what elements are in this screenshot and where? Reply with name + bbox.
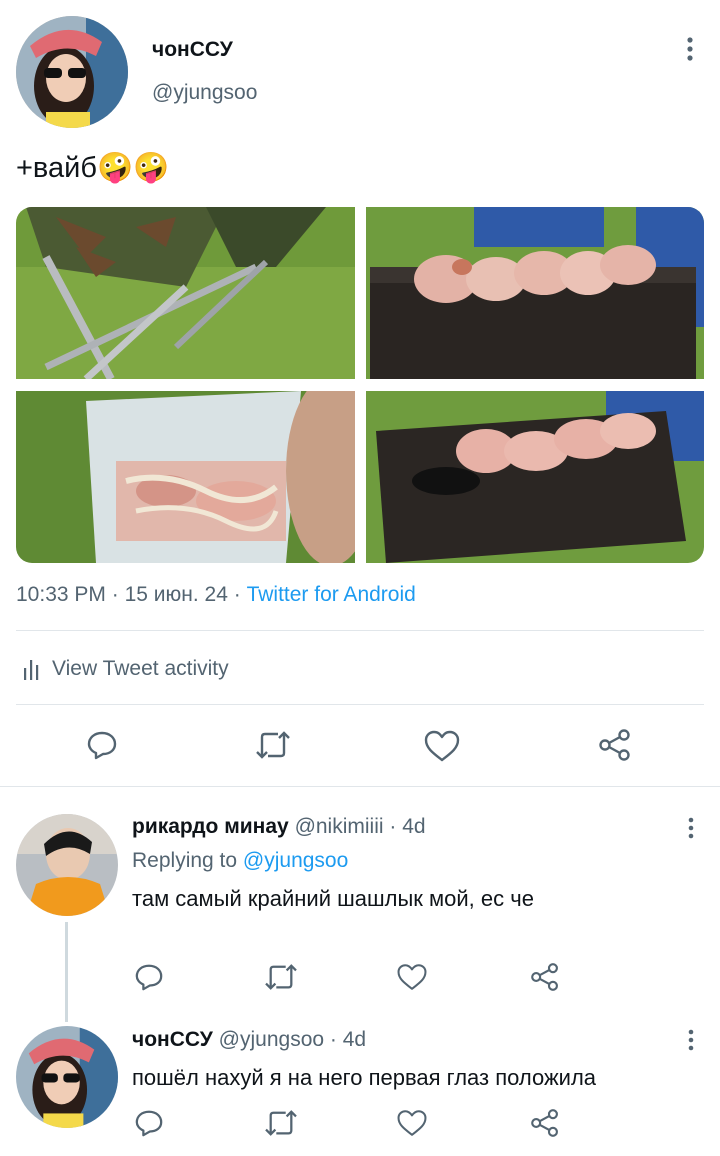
heart-icon[interactable] — [396, 962, 428, 992]
view-tweet-activity[interactable]: View Tweet activity — [22, 654, 229, 684]
reply-header: чонССУ @yjungsoo · 4d — [132, 1028, 366, 1052]
avatar-image — [16, 16, 128, 128]
author-avatar[interactable] — [16, 16, 128, 128]
heart-icon[interactable] — [423, 729, 461, 763]
retweet-icon[interactable] — [263, 962, 299, 992]
reply-avatar[interactable] — [16, 814, 118, 916]
reply-age: 4d — [342, 1028, 367, 1051]
author-handle[interactable]: @yjungsoo — [152, 81, 257, 105]
tweet-text: +вайб🤪🤪 — [16, 152, 170, 184]
more-vertical-icon[interactable] — [682, 816, 700, 840]
tweet-meta: 10:33 PM · 15 июн. 24 · Twitter for Andr… — [16, 583, 416, 607]
divider — [16, 704, 704, 705]
comment-icon[interactable] — [86, 729, 118, 761]
share-icon[interactable] — [530, 1108, 560, 1138]
reply-text: там самый крайний шашлык мой, ес че — [132, 886, 534, 911]
bar-chart-icon — [22, 658, 40, 680]
share-icon[interactable] — [598, 729, 632, 761]
tweet-date: 15 июн. 24 — [124, 583, 228, 606]
replying-to-handle[interactable]: @yjungsoo — [243, 849, 348, 872]
meta-separator: · — [389, 815, 397, 838]
tweet-photo-2[interactable] — [366, 207, 704, 379]
heart-icon[interactable] — [396, 1108, 428, 1138]
tweet-photo-4[interactable] — [366, 391, 704, 563]
more-vertical-icon[interactable] — [682, 1028, 700, 1052]
reply-author-handle[interactable]: @yjungsoo — [219, 1028, 324, 1051]
divider — [0, 786, 720, 787]
reply-avatar[interactable] — [16, 1026, 118, 1128]
tweet-photo-3[interactable] — [16, 391, 355, 563]
tweet-time: 10:33 PM — [16, 583, 106, 606]
retweet-icon[interactable] — [254, 729, 292, 761]
reply-author-name[interactable]: чонССУ — [132, 1028, 213, 1051]
reply-header: рикардо минау @nikimiiii · 4d — [132, 815, 426, 839]
tweet-photo-1[interactable] — [16, 207, 355, 379]
reply-text: пошёл нахуй я на него первая глаз положи… — [132, 1065, 597, 1090]
meta-separator: · — [111, 583, 119, 606]
reply-author-name[interactable]: рикардо минау — [132, 815, 289, 838]
author-name[interactable]: чонССУ — [152, 38, 233, 62]
comment-icon[interactable] — [134, 1108, 164, 1138]
more-vertical-icon[interactable] — [680, 36, 700, 62]
divider — [16, 630, 704, 631]
reply-author-handle[interactable]: @nikimiiii — [295, 815, 384, 838]
meta-separator: · — [329, 1028, 337, 1051]
retweet-icon[interactable] — [263, 1108, 299, 1138]
share-icon[interactable] — [530, 962, 560, 992]
thread-line — [65, 922, 68, 1022]
reply-age: 4d — [402, 815, 426, 838]
replying-to-label: Replying to — [132, 849, 238, 872]
tweet-source-link[interactable]: Twitter for Android — [247, 583, 416, 606]
meta-separator: · — [233, 583, 241, 606]
comment-icon[interactable] — [134, 962, 164, 992]
replying-to: Replying to @yjungsoo — [132, 849, 348, 873]
tweet-activity-label: View Tweet activity — [52, 657, 229, 680]
